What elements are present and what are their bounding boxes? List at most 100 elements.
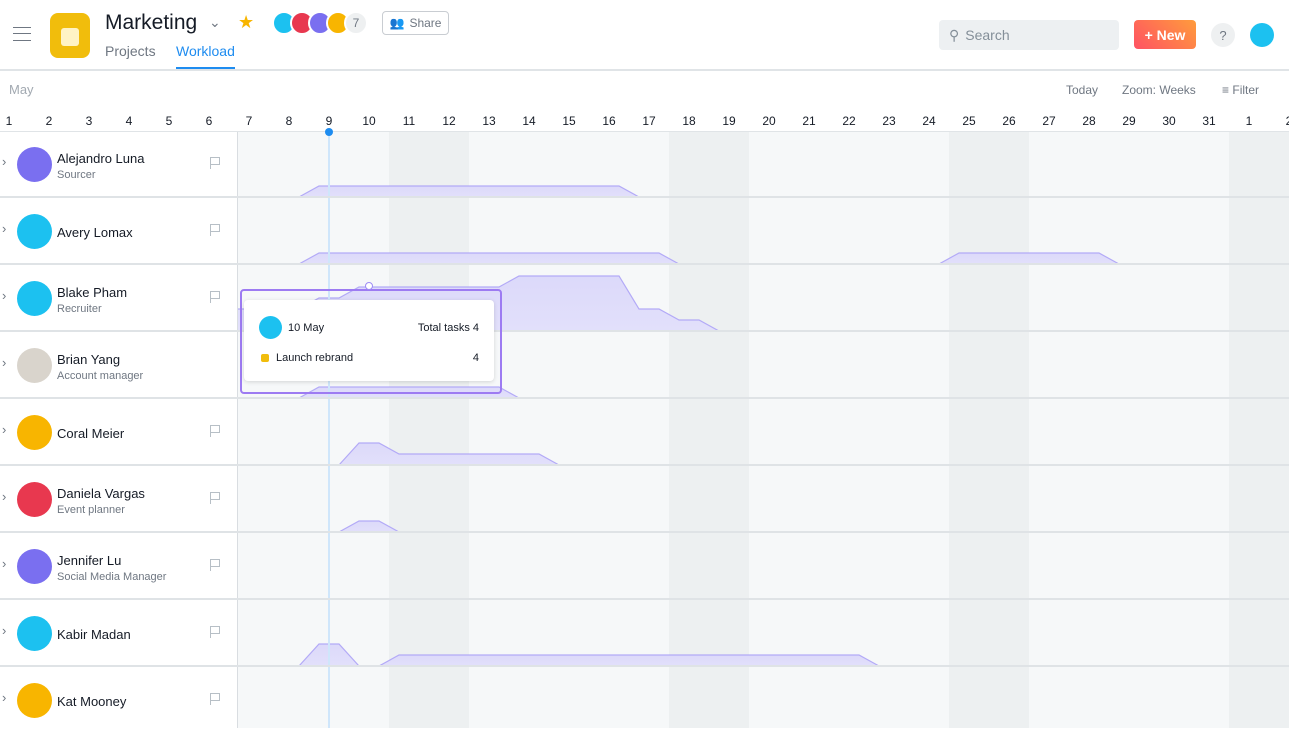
day-label: 9 xyxy=(325,114,333,128)
row-divider xyxy=(0,196,1289,198)
avatar xyxy=(17,214,52,249)
person-row[interactable]: › Brian Yang Account manager xyxy=(0,333,238,400)
person-row[interactable]: › Kabir Madan xyxy=(0,601,238,668)
filter-button[interactable]: ≡ Filter xyxy=(1222,83,1259,97)
expand-icon[interactable]: › xyxy=(2,489,6,504)
day-label: 25 xyxy=(962,114,976,128)
day-label: 14 xyxy=(522,114,536,128)
person-role: Social Media Manager xyxy=(57,571,167,583)
tooltip-count: 4 xyxy=(472,352,479,364)
today-button[interactable]: Today xyxy=(1066,83,1098,97)
person-row[interactable]: › Daniela Vargas Event planner xyxy=(0,467,238,534)
expand-icon[interactable]: › xyxy=(2,690,6,705)
share-button[interactable]: 👥 Share xyxy=(382,11,449,35)
day-label: 15 xyxy=(562,114,576,128)
tooltip-total: Total tasks 4 xyxy=(417,322,479,334)
help-button[interactable]: ? xyxy=(1211,23,1235,47)
day-label: 2 xyxy=(1274,114,1289,128)
day-label: 29 xyxy=(1122,114,1136,128)
today-marker xyxy=(325,128,333,136)
flag-icon[interactable] xyxy=(210,492,221,504)
flag-icon[interactable] xyxy=(210,425,221,437)
person-row[interactable]: › Coral Meier xyxy=(0,400,238,467)
expand-icon[interactable]: › xyxy=(2,355,6,370)
person-role: Account manager xyxy=(57,370,144,382)
search-icon: ⚲ xyxy=(949,26,960,43)
hover-point xyxy=(365,282,373,290)
day-label: 5 xyxy=(165,114,173,128)
person-row[interactable]: › Avery Lomax xyxy=(0,199,238,266)
project-icon xyxy=(50,13,90,58)
day-label: 7 xyxy=(245,114,253,128)
tooltip-date: 10 May xyxy=(288,322,325,334)
tab-projects[interactable]: Projects xyxy=(105,43,156,59)
expand-icon[interactable]: › xyxy=(2,221,6,236)
day-label: 8 xyxy=(285,114,293,128)
expand-icon[interactable]: › xyxy=(2,288,6,303)
day-label: 4 xyxy=(125,114,133,128)
day-label: 27 xyxy=(1042,114,1056,128)
search-input[interactable]: ⚲ Search xyxy=(939,20,1119,50)
day-label: 12 xyxy=(442,114,456,128)
person-row[interactable]: › Kat Mooney xyxy=(0,668,238,735)
tab-workload[interactable]: Workload xyxy=(176,43,235,69)
member-count[interactable]: 7 xyxy=(344,11,368,35)
person-name: Alejandro Luna xyxy=(57,151,145,166)
flag-icon[interactable] xyxy=(210,291,221,303)
day-label: 11 xyxy=(402,114,416,128)
project-color-swatch xyxy=(261,354,269,362)
day-label: 1 xyxy=(1245,114,1253,128)
workload-tooltip: 10 May Total tasks 4 Launch rebrand 4 xyxy=(244,300,494,381)
flag-icon[interactable] xyxy=(210,224,221,236)
avatar xyxy=(17,482,52,517)
menu-icon[interactable] xyxy=(13,27,31,41)
day-label: 20 xyxy=(762,114,776,128)
row-divider xyxy=(0,263,1289,265)
day-label: 2 xyxy=(45,114,53,128)
expand-icon[interactable]: › xyxy=(2,556,6,571)
flag-icon[interactable] xyxy=(210,559,221,571)
person-name: Kabir Madan xyxy=(57,627,131,642)
star-icon[interactable]: ★ xyxy=(238,12,254,33)
row-divider xyxy=(0,397,1289,399)
person-row[interactable]: › Alejandro Luna Sourcer xyxy=(0,132,238,199)
day-label: 6 xyxy=(205,114,213,128)
zoom-select[interactable]: Zoom: Weeks xyxy=(1122,83,1196,97)
person-row[interactable]: › Blake Pham Recruiter xyxy=(0,266,238,333)
person-role: Recruiter xyxy=(57,303,102,315)
day-label: 26 xyxy=(1002,114,1016,128)
day-label: 18 xyxy=(682,114,696,128)
person-role: Event planner xyxy=(57,504,125,516)
filter-icon: ≡ xyxy=(1222,83,1230,97)
workload-chart xyxy=(238,185,1120,667)
expand-icon[interactable]: › xyxy=(2,154,6,169)
members-list[interactable]: 7 xyxy=(272,11,368,35)
user-avatar[interactable] xyxy=(1250,23,1274,47)
day-label: 30 xyxy=(1162,114,1176,128)
person-row[interactable]: › Jennifer Lu Social Media Manager xyxy=(0,534,238,601)
chevron-down-icon[interactable]: ⌄ xyxy=(209,14,221,31)
avatar xyxy=(17,415,52,450)
expand-icon[interactable]: › xyxy=(2,623,6,638)
person-role: Sourcer xyxy=(57,169,96,181)
flag-icon[interactable] xyxy=(210,157,221,169)
day-label: 19 xyxy=(722,114,736,128)
flag-icon[interactable] xyxy=(210,693,221,705)
row-divider xyxy=(0,598,1289,600)
tooltip-avatar xyxy=(259,316,282,339)
avatar xyxy=(17,683,52,718)
day-label: 22 xyxy=(842,114,856,128)
row-divider xyxy=(0,665,1289,667)
flag-icon[interactable] xyxy=(210,626,221,638)
project-title: Marketing xyxy=(105,11,198,34)
day-label: 24 xyxy=(922,114,936,128)
tooltip-project: Launch rebrand xyxy=(276,352,354,364)
row-divider xyxy=(0,464,1289,466)
new-button[interactable]: + New xyxy=(1134,20,1196,49)
row-divider xyxy=(0,531,1289,533)
day-label: 28 xyxy=(1082,114,1096,128)
day-label: 16 xyxy=(602,114,616,128)
expand-icon[interactable]: › xyxy=(2,422,6,437)
day-label: 31 xyxy=(1202,114,1216,128)
person-name: Blake Pham xyxy=(57,285,128,300)
